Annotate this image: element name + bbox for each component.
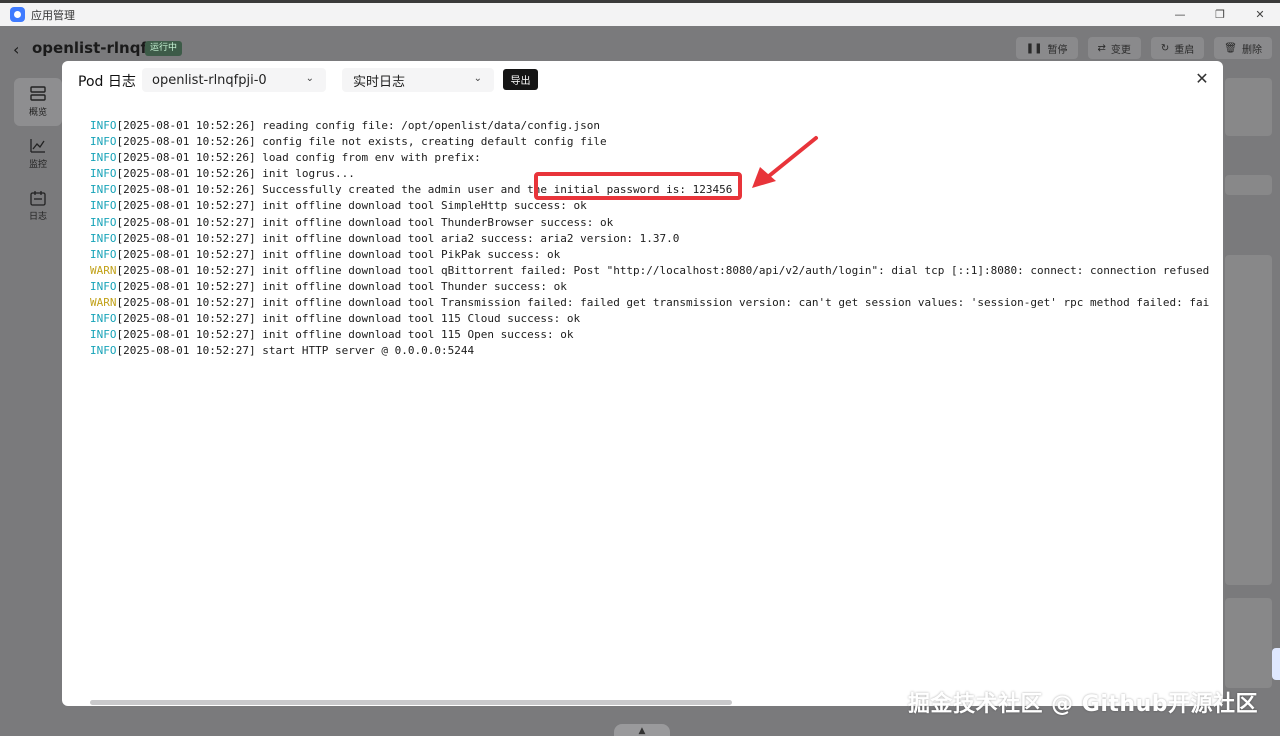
log-text: [2025-08-01 10:52:26] config file not ex… [116, 135, 607, 149]
log-level: INFO [90, 151, 117, 165]
delete-label: 删除 [1242, 44, 1262, 56]
pause-label: 暂停 [1047, 44, 1068, 56]
log-line: INFO[2025-08-01 10:52:26] load config fr… [90, 150, 1210, 166]
password-highlight-box [534, 172, 742, 200]
chevron-down-icon: ⌄ [305, 73, 314, 84]
log-mode-value: 实时日志 [353, 74, 406, 90]
log-line: INFO[2025-08-01 10:52:27] init offline d… [90, 247, 1210, 263]
log-text: [2025-08-01 10:52:27] init offline downl… [116, 296, 1211, 310]
sidebar-item-monitor[interactable]: 监控 [14, 130, 62, 178]
log-icon [30, 191, 46, 206]
sidebar-item-label: 监控 [28, 160, 47, 170]
log-text: [2025-08-01 10:52:27] init offline downl… [116, 247, 561, 261]
change-label: 变更 [1110, 44, 1131, 56]
log-level: INFO [90, 328, 117, 342]
maximize-button[interactable]: ❐ [1200, 3, 1240, 26]
chevron-down-icon: ⌄ [473, 73, 482, 84]
log-text: [2025-08-01 10:52:27] init offline downl… [116, 279, 567, 293]
sidebar-item-label: 概览 [28, 108, 47, 118]
log-level: INFO [90, 199, 117, 213]
delete-button[interactable]: 🗑 删除 [1214, 37, 1272, 59]
monitor-icon [30, 139, 45, 153]
change-button[interactable]: ⇄ 变更 [1087, 37, 1141, 59]
log-text: [2025-08-01 10:52:26] load config from e… [116, 151, 481, 165]
background-panel [1225, 78, 1272, 136]
log-level: INFO [90, 135, 117, 149]
background-panel [1225, 598, 1272, 688]
log-level: INFO [90, 215, 117, 229]
log-line: INFO[2025-08-01 10:52:27] init offline d… [90, 231, 1210, 247]
log-text: [2025-08-01 10:52:27] init offline downl… [116, 199, 587, 213]
log-level: INFO [90, 344, 117, 358]
export-button[interactable]: 导出 [503, 69, 538, 90]
close-icon[interactable]: ✕ [1193, 69, 1211, 88]
log-level: INFO [90, 231, 117, 245]
swap-icon: ⇄ [1097, 42, 1106, 54]
log-line: INFO[2025-08-01 10:52:27] start HTTP ser… [90, 343, 1210, 359]
back-icon[interactable]: ‹ [13, 40, 19, 59]
bottom-drawer-handle[interactable]: ▲ [614, 724, 670, 736]
pause-icon: ❚❚ [1025, 42, 1043, 54]
watermark: 掘金技术社区 @ Github开源社区 [907, 692, 1258, 717]
log-line: INFO[2025-08-01 10:52:27] init offline d… [90, 198, 1210, 214]
window-title: 应用管理 [31, 8, 75, 22]
log-text: [2025-08-01 10:52:27] init offline downl… [116, 215, 614, 229]
log-text: [2025-08-01 10:52:26] reading config fil… [116, 119, 600, 132]
log-level: INFO [90, 247, 117, 261]
trash-icon: 🗑 [1224, 42, 1237, 54]
app-sidebar: 概览 监控 日志 [14, 78, 64, 234]
log-text: [2025-08-01 10:52:26] init logrus... [116, 167, 355, 181]
log-text: [2025-08-01 10:52:27] init offline downl… [116, 231, 680, 245]
window-controls: — ❐ ✕ [1160, 3, 1280, 26]
restart-button[interactable]: ↻ 重启 [1150, 37, 1205, 59]
log-line: INFO[2025-08-01 10:52:27] init offline d… [90, 311, 1210, 327]
app-actions: ❚❚ 暂停 ⇄ 变更 ↻ 重启 🗑 删除 [1015, 37, 1272, 59]
overview-icon [30, 86, 46, 101]
sidebar-item-label: 日志 [28, 212, 47, 222]
pod-select-value: openlist-rlnqfpji-0 [152, 72, 267, 88]
log-level: INFO [90, 183, 117, 197]
log-line: INFO[2025-08-01 10:52:27] init offline d… [90, 327, 1210, 343]
pause-button[interactable]: ❚❚ 暂停 [1015, 37, 1078, 59]
sidebar-item-logs[interactable]: 日志 [14, 182, 62, 230]
restart-label: 重启 [1174, 44, 1195, 56]
sidebar-item-overview[interactable]: 概览 [14, 78, 62, 126]
restart-icon: ↻ [1160, 42, 1170, 54]
close-window-button[interactable]: ✕ [1240, 3, 1280, 26]
log-line: INFO[2025-08-01 10:52:27] init offline d… [90, 215, 1210, 231]
log-text: [2025-08-01 10:52:27] init offline downl… [116, 312, 581, 326]
background-panel [1225, 255, 1272, 585]
horizontal-scrollbar[interactable] [90, 700, 732, 705]
log-output: INFO[2025-08-01 10:52:26] reading config… [90, 118, 1210, 698]
dialog-header: Pod 日志 openlist-rlnqfpji-0 ⌄ 实时日志 ⌄ 导出 ✕ [62, 61, 1223, 99]
log-text: [2025-08-01 10:52:27] start HTTP server … [116, 344, 475, 358]
log-text: [2025-08-01 10:52:27] init offline downl… [116, 263, 1210, 277]
side-edge-tab[interactable] [1272, 648, 1280, 680]
log-level: WARN [90, 263, 117, 277]
log-line: INFO[2025-08-01 10:52:27] init offline d… [90, 279, 1210, 295]
log-level: INFO [90, 119, 117, 132]
background-panel [1225, 175, 1272, 195]
log-level: WARN [90, 296, 117, 310]
minimize-button[interactable]: — [1160, 3, 1200, 26]
pod-select[interactable]: openlist-rlnqfpji-0 ⌄ [142, 68, 326, 92]
log-level: INFO [90, 279, 117, 293]
pod-log-dialog: Pod 日志 openlist-rlnqfpji-0 ⌄ 实时日志 ⌄ 导出 ✕… [62, 61, 1223, 706]
dialog-title: Pod 日志 [78, 74, 136, 90]
log-mode-select[interactable]: 实时日志 ⌄ [342, 68, 494, 92]
chevron-up-icon: ▲ [638, 726, 646, 736]
window-titlebar: 应用管理 — ❐ ✕ [0, 0, 1280, 26]
status-badge: 运行中 [145, 41, 183, 56]
log-level: INFO [90, 167, 117, 181]
log-line: WARN[2025-08-01 10:52:27] init offline d… [90, 295, 1210, 311]
log-line: INFO[2025-08-01 10:52:26] reading config… [90, 118, 1210, 134]
log-text: [2025-08-01 10:52:27] init offline downl… [116, 328, 574, 342]
app-logo-icon [10, 7, 25, 22]
annotation-arrow-icon [752, 136, 818, 188]
log-level: INFO [90, 312, 117, 326]
log-line: INFO[2025-08-01 10:52:26] config file no… [90, 134, 1210, 150]
log-line: WARN[2025-08-01 10:52:27] init offline d… [90, 263, 1210, 279]
